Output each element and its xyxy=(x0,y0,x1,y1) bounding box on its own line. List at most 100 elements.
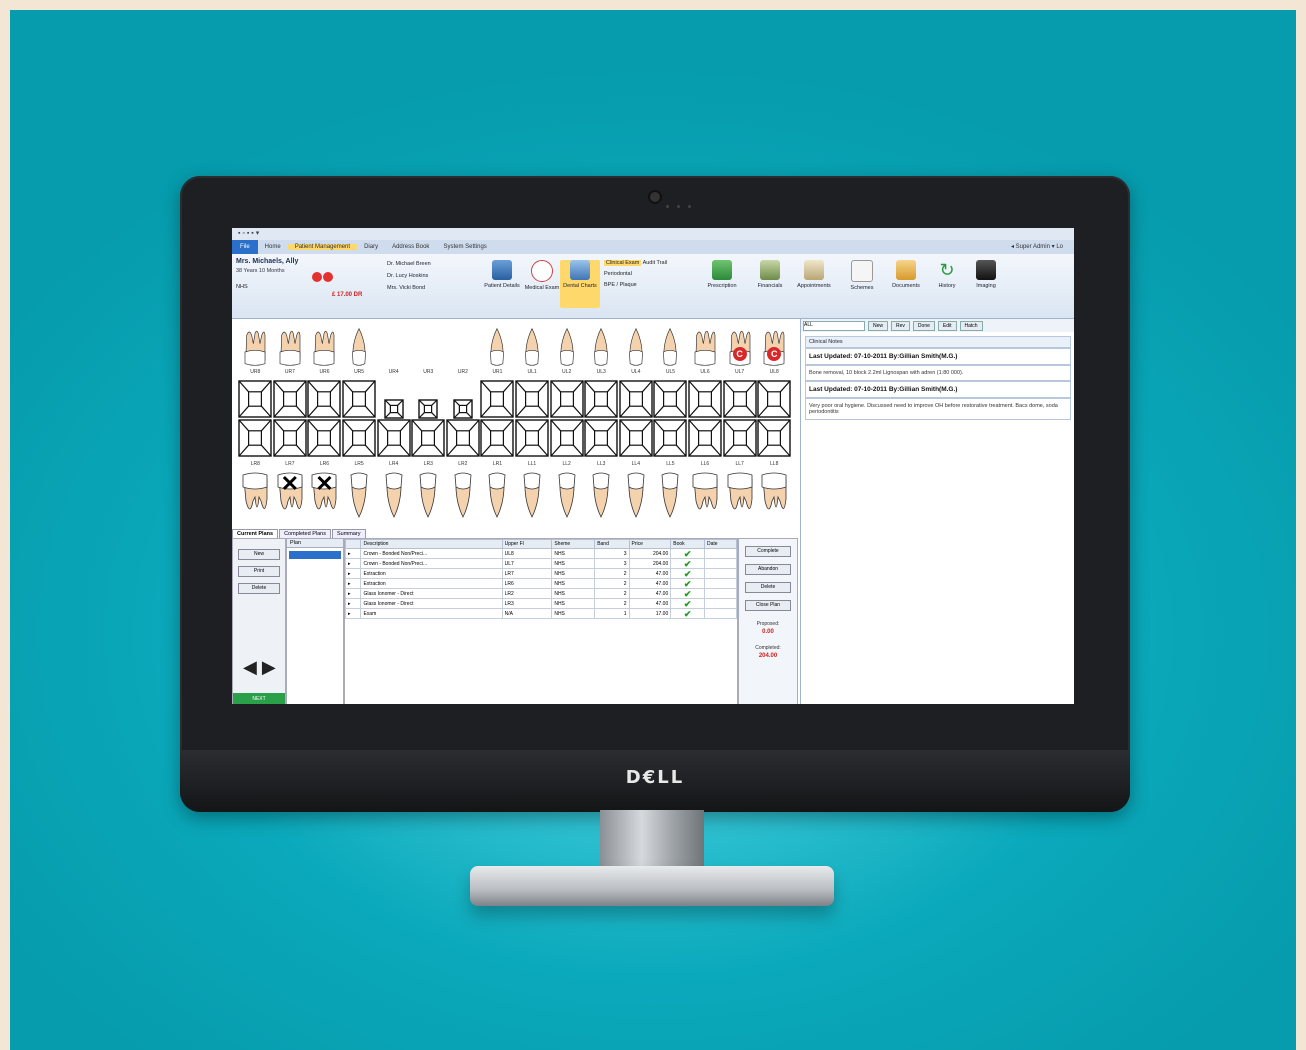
surface-box-ll1[interactable] xyxy=(515,419,550,459)
quick-access-toolbar[interactable]: ▪ ▫ ▪ ▪ ▾ xyxy=(232,228,1074,240)
surface-box-ul4[interactable] xyxy=(619,379,654,419)
clinical-exam-button[interactable]: Clinical Exam xyxy=(604,260,642,266)
tooth-ur6[interactable] xyxy=(307,325,342,367)
tooth-lr4[interactable] xyxy=(376,471,411,521)
delete-button[interactable]: Delete xyxy=(745,582,791,593)
surface-box-ur8[interactable] xyxy=(238,379,273,419)
tooth-lr5[interactable] xyxy=(342,471,377,521)
surface-box-ul7[interactable] xyxy=(722,379,757,419)
surface-box-ll2[interactable] xyxy=(549,419,584,459)
tooth-ul2[interactable] xyxy=(549,325,584,367)
plan-new-button[interactable]: New xyxy=(238,549,280,560)
surface-box-ul6[interactable] xyxy=(688,379,723,419)
plan-list-item[interactable] xyxy=(289,551,341,559)
surface-box-ur6[interactable] xyxy=(307,379,342,419)
tooth-ul1[interactable] xyxy=(515,325,550,367)
tooth-ur4[interactable] xyxy=(376,325,411,367)
tab-file[interactable]: File xyxy=(232,240,258,254)
surface-box-ul1[interactable] xyxy=(515,379,550,419)
column-header[interactable]: Description xyxy=(360,539,503,549)
notes-filter-select[interactable]: ALL xyxy=(803,320,865,331)
tab-current-plans[interactable]: Current Plans xyxy=(232,529,279,538)
surface-box-ur1[interactable] xyxy=(480,379,515,419)
surface-box-lr4[interactable] xyxy=(376,419,411,459)
tab-address-book[interactable]: Address Book xyxy=(385,244,436,250)
surface-box-ll4[interactable] xyxy=(619,419,654,459)
column-header[interactable]: Upper Fl xyxy=(501,539,553,549)
tooth-ul6[interactable] xyxy=(688,325,723,367)
table-row[interactable]: ▸ Crown - Bonded Non/Preci... UL8 NHS 3 204.0… xyxy=(344,548,738,559)
tab-system-settings[interactable]: System Settings xyxy=(436,244,493,250)
tooth-lr2[interactable] xyxy=(446,471,481,521)
tooth-lr3[interactable] xyxy=(411,471,446,521)
prescription-button[interactable]: Prescription xyxy=(700,260,744,290)
user-menu[interactable]: ◂ Super Admin ▾ Lo xyxy=(1004,240,1070,254)
tooth-ur2[interactable] xyxy=(446,325,481,367)
tooth-lr8[interactable] xyxy=(238,471,273,521)
tooth-ur1[interactable] xyxy=(480,325,515,367)
patient-details-button[interactable]: Patient Details xyxy=(482,260,522,290)
surface-box-ll6[interactable] xyxy=(688,419,723,459)
plan-nav-arrows[interactable]: ◀ ▶ xyxy=(243,657,276,678)
tooth-ur5[interactable] xyxy=(342,325,377,367)
appointments-button[interactable]: Appointments xyxy=(790,260,838,290)
notes-edit-button[interactable]: Edit xyxy=(937,320,957,331)
column-header[interactable]: Sheme xyxy=(551,539,596,549)
tab-patient-management[interactable]: Patient Management xyxy=(287,244,358,250)
surface-box-ll5[interactable] xyxy=(653,419,688,459)
surface-box-ur3[interactable] xyxy=(411,379,446,419)
tooth-ur8[interactable] xyxy=(238,325,273,367)
surface-box-ur4[interactable] xyxy=(376,379,411,419)
surface-box-ll3[interactable] xyxy=(584,419,619,459)
tab-diary[interactable]: Diary xyxy=(357,244,385,250)
surface-box-lr3[interactable] xyxy=(411,419,446,459)
plan-delete-button[interactable]: Delete xyxy=(238,583,280,594)
tooth-lr1[interactable] xyxy=(480,471,515,521)
notes-new-button[interactable]: New xyxy=(868,320,889,331)
tooth-lr6[interactable]: ✕ xyxy=(307,471,342,521)
notes-done-button[interactable]: Done xyxy=(912,320,935,331)
abandon-button[interactable]: Abandon xyxy=(745,564,791,575)
column-header[interactable]: Price xyxy=(628,539,672,549)
row-expander[interactable]: ▸ xyxy=(344,608,362,619)
notes-rev-button[interactable]: Rev xyxy=(891,320,910,331)
tooth-ul3[interactable] xyxy=(584,325,619,367)
surface-box-lr1[interactable] xyxy=(480,419,515,459)
surface-box-lr7[interactable] xyxy=(273,419,308,459)
row-expander[interactable]: ▸ xyxy=(344,548,362,559)
column-header[interactable]: Book xyxy=(670,539,705,549)
plan-print-button[interactable]: Print xyxy=(238,566,280,577)
column-header[interactable]: Date xyxy=(703,539,738,549)
tab-home[interactable]: Home xyxy=(258,244,288,250)
history-button[interactable]: ↻ History xyxy=(930,260,964,290)
surface-box-lr6[interactable] xyxy=(307,419,342,459)
tooth-lr7[interactable]: ✕ xyxy=(273,471,308,521)
tooth-ur7[interactable] xyxy=(273,325,308,367)
table-row[interactable]: ▸ Extraction LR6 NHS 2 47.00 ✔ xyxy=(344,578,738,589)
tooth-ll1[interactable] xyxy=(515,471,550,521)
tab-completed-plans[interactable]: Completed Plans xyxy=(279,529,331,538)
tooth-ll3[interactable] xyxy=(584,471,619,521)
table-row[interactable]: ▸ Extraction LR7 NHS 2 47.00 ✔ xyxy=(344,568,738,579)
complete-button[interactable]: Complete xyxy=(745,546,791,557)
close-plan-button[interactable]: Close Plan xyxy=(745,600,791,611)
surface-box-ur5[interactable] xyxy=(342,379,377,419)
surface-box-ul3[interactable] xyxy=(584,379,619,419)
audit-trail-button[interactable]: Audit Trail xyxy=(643,260,667,266)
financials-button[interactable]: Financials xyxy=(750,260,790,290)
tooth-ll7[interactable] xyxy=(722,471,757,521)
tooth-ul8[interactable]: C xyxy=(757,325,792,367)
table-row[interactable]: ▸ Glass Ionomer - Direct LR2 NHS 2 47.00 ✔ xyxy=(344,588,738,599)
tooth-ur3[interactable] xyxy=(411,325,446,367)
row-expander[interactable]: ▸ xyxy=(344,558,362,569)
tooth-ll4[interactable] xyxy=(619,471,654,521)
surface-box-ll8[interactable] xyxy=(757,419,792,459)
imaging-button[interactable]: Imaging xyxy=(968,260,1004,290)
surface-box-lr2[interactable] xyxy=(446,419,481,459)
surface-box-ul8[interactable] xyxy=(757,379,792,419)
surface-box-lr8[interactable] xyxy=(238,419,273,459)
tooth-ll5[interactable] xyxy=(653,471,688,521)
surface-box-ur7[interactable] xyxy=(273,379,308,419)
table-row[interactable]: ▸ Exam N/A NHS 1 17.00 ✔ xyxy=(344,608,738,619)
bpe-button[interactable]: BPE / Plaque xyxy=(604,280,667,291)
